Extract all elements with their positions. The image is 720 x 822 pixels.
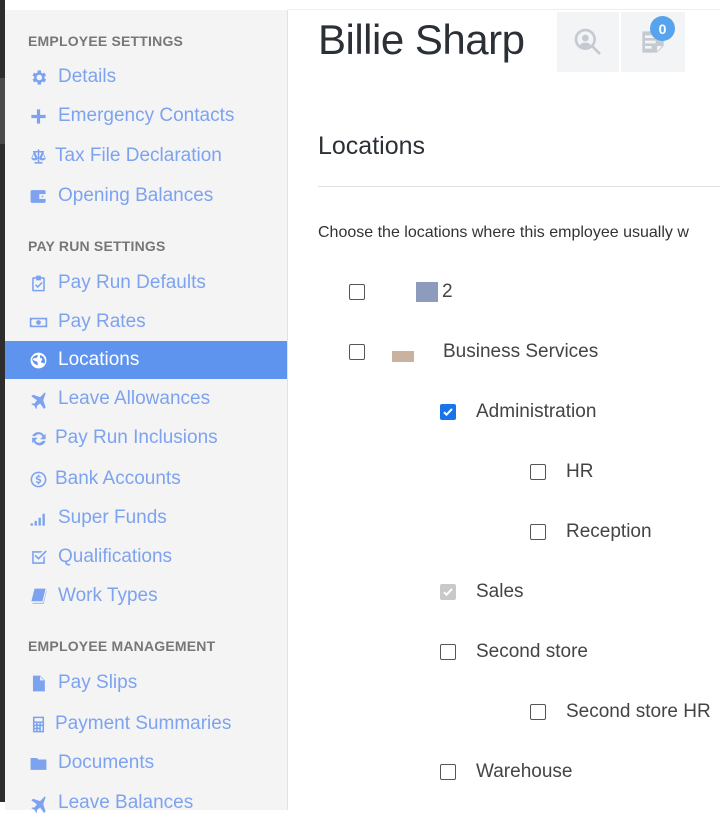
location-label: Sales <box>476 581 524 602</box>
section-heading-employee-management: EMPLOYEE MANAGEMENT <box>28 638 216 654</box>
location-item-warehouse: Warehouse <box>440 760 572 784</box>
sidebar-item-label: Qualifications <box>58 546 173 567</box>
location-label: Second store HR <box>566 701 711 722</box>
sidebar-item-emergency-contacts[interactable]: Emergency Contacts <box>5 97 287 135</box>
location-checkbox[interactable] <box>440 644 456 660</box>
gear-icon <box>27 66 49 88</box>
location-label: Administration <box>476 401 597 422</box>
location-checkbox[interactable] <box>530 464 546 480</box>
sidebar-item-pay-run-defaults[interactable]: Pay Run Defaults <box>5 264 287 302</box>
user-search-icon <box>574 28 601 55</box>
sidebar-item-opening-balances[interactable]: Opening Balances <box>5 177 287 215</box>
employee-search-button[interactable] <box>557 12 619 72</box>
plane-icon <box>27 388 49 410</box>
plane-icon <box>27 792 49 814</box>
locations-instruction: Choose the locations where this employee… <box>318 224 689 241</box>
location-item-second-store: Second store <box>440 640 588 664</box>
book-icon <box>27 585 49 607</box>
sidebar-item-label: Locations <box>58 349 140 370</box>
refresh-icon <box>27 427 49 449</box>
location-checkbox[interactable] <box>530 524 546 540</box>
scales-icon <box>27 145 49 167</box>
sidebar-item-label: Bank Accounts <box>55 468 181 489</box>
section-heading-pay-run-settings: PAY RUN SETTINGS <box>28 238 166 254</box>
money-icon <box>27 311 49 333</box>
location-item-2: 2 <box>349 280 453 304</box>
sidebar-item-label: Pay Run Inclusions <box>55 427 218 448</box>
sidebar-item-label: Leave Balances <box>58 792 194 813</box>
sidebar-item-super-funds[interactable]: Super Funds <box>5 499 287 537</box>
location-checkbox-checked[interactable] <box>440 404 456 420</box>
section-divider <box>318 186 720 187</box>
location-label: Business Services <box>443 341 599 362</box>
sidebar-item-label: Documents <box>58 752 155 773</box>
signal-bars-icon <box>27 507 49 529</box>
location-label: Second store <box>476 641 588 662</box>
location-checkbox[interactable] <box>440 764 456 780</box>
sidebar-item-pay-rates[interactable]: Pay Rates <box>5 303 287 341</box>
location-color-swatch <box>392 350 414 362</box>
sidebar-item-label: Tax File Declaration <box>55 145 222 166</box>
sidebar-item-work-types[interactable]: Work Types <box>5 577 287 615</box>
header-divider <box>288 9 720 10</box>
section-heading-employee-settings: EMPLOYEE SETTINGS <box>28 33 184 49</box>
location-checkbox-disabled <box>440 584 456 600</box>
sidebar-item-locations[interactable]: Locations <box>5 341 287 379</box>
location-item-sales: Sales <box>440 580 524 604</box>
location-checkbox[interactable] <box>349 344 365 360</box>
page-title: Billie Sharp <box>318 16 525 63</box>
location-label: HR <box>566 461 594 482</box>
dollar-circle-icon <box>27 468 49 490</box>
sidebar-item-label: Pay Rates <box>58 311 146 332</box>
check-square-icon <box>27 546 49 568</box>
location-item-reception: Reception <box>530 520 652 544</box>
sidebar-item-label: Details <box>58 66 117 87</box>
sidebar-item-payment-summaries[interactable]: Payment Summaries <box>5 705 287 743</box>
sidebar-item-leave-balances[interactable]: Leave Balances <box>5 784 287 822</box>
wallet-icon <box>27 185 49 207</box>
location-item-administration: Administration <box>440 400 596 424</box>
clipboard-check-icon <box>27 272 49 294</box>
file-icon <box>27 672 49 694</box>
sidebar-item-bank-accounts[interactable]: Bank Accounts <box>5 460 287 498</box>
location-color-swatch <box>416 282 438 302</box>
location-item-business-services: Business Services <box>349 340 598 364</box>
notes-count-badge: 0 <box>650 16 675 41</box>
sidebar-item-details[interactable]: Details <box>5 58 287 96</box>
sidebar-item-documents[interactable]: Documents <box>5 744 287 782</box>
folder-icon <box>27 752 49 774</box>
sidebar-item-tax-file-declaration[interactable]: Tax File Declaration <box>5 137 287 175</box>
location-item-second-store-hr: Second store HR <box>530 700 711 724</box>
sidebar-item-label: Leave Allowances <box>58 388 211 409</box>
globe-icon <box>27 349 49 371</box>
sidebar-item-qualifications[interactable]: Qualifications <box>5 538 287 576</box>
sidebar-item-pay-slips[interactable]: Pay Slips <box>5 664 287 702</box>
location-label: 2 <box>442 281 453 302</box>
calculator-icon <box>27 713 49 735</box>
sidebar-item-label: Emergency Contacts <box>58 105 235 126</box>
sidebar-item-label: Work Types <box>58 585 158 606</box>
section-title: Locations <box>318 132 426 160</box>
sidebar-item-label: Payment Summaries <box>55 713 232 734</box>
plus-icon <box>27 105 49 127</box>
sidebar-item-label: Opening Balances <box>58 185 214 206</box>
sidebar-item-label: Super Funds <box>58 507 167 528</box>
location-label: Reception <box>566 521 652 542</box>
location-label: Warehouse <box>476 761 573 782</box>
sidebar-item-pay-run-inclusions[interactable]: Pay Run Inclusions <box>5 419 287 457</box>
location-checkbox[interactable] <box>349 284 365 300</box>
sidebar-item-leave-allowances[interactable]: Leave Allowances <box>5 380 287 418</box>
location-checkbox[interactable] <box>530 704 546 720</box>
location-item-hr: HR <box>530 460 593 484</box>
sidebar-item-label: Pay Run Defaults <box>58 272 206 293</box>
sidebar-item-label: Pay Slips <box>58 672 138 693</box>
sidebar: EMPLOYEE SETTINGS Details Emergency Cont… <box>5 10 288 813</box>
